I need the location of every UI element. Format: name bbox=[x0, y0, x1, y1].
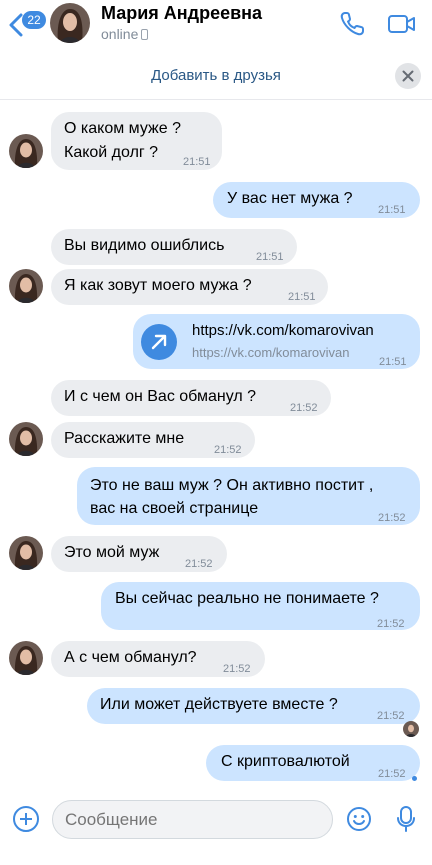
message-text: Это мой муж bbox=[64, 544, 160, 561]
voice-message-button[interactable] bbox=[396, 805, 416, 833]
call-button[interactable] bbox=[338, 10, 366, 38]
add-friend-bar: Добавить в друзья bbox=[0, 52, 432, 100]
phone-icon bbox=[340, 12, 364, 36]
message-bubble-outgoing[interactable]: Или может действуете вместе ? 21:52 bbox=[87, 688, 420, 724]
message-bubble-incoming[interactable]: Это мой муж 21:52 bbox=[51, 536, 227, 572]
contact-avatar[interactable] bbox=[50, 3, 90, 43]
message-time: 21:52 bbox=[223, 663, 251, 675]
video-call-button[interactable] bbox=[387, 12, 417, 36]
message-text: Или может действуете вместе ? bbox=[100, 696, 338, 713]
message-time: 21:52 bbox=[377, 618, 405, 630]
smile-icon bbox=[347, 807, 371, 831]
message-bubble-incoming[interactable]: Вы видимо ошиблись 21:51 bbox=[51, 229, 297, 265]
message-time: 21:52 bbox=[290, 402, 318, 414]
message-text: И с чем он Вас обманул ? bbox=[64, 388, 257, 405]
unread-count-badge: 22 bbox=[22, 11, 46, 29]
message-text: Вы видимо ошиблись bbox=[64, 237, 225, 254]
attach-button[interactable] bbox=[13, 806, 39, 832]
message-bubble-incoming[interactable]: Расскажите мне 21:52 bbox=[51, 422, 255, 458]
message-bubble-outgoing[interactable]: С криптовалютой 21:52 bbox=[206, 745, 420, 781]
message-bubble-incoming[interactable]: И с чем он Вас обманул ? 21:52 bbox=[51, 380, 331, 416]
contact-name[interactable]: Мария Андреевна bbox=[101, 3, 262, 24]
emoji-button[interactable] bbox=[346, 806, 372, 832]
message-text: Я как зовут моего мужа ? bbox=[64, 277, 252, 294]
message-time: 21:51 bbox=[288, 291, 316, 303]
message-text: Вы сейчас реально не понимаете ? bbox=[115, 590, 379, 607]
sender-avatar[interactable] bbox=[9, 422, 43, 456]
add-friend-button[interactable]: Добавить в друзья bbox=[0, 67, 432, 84]
sender-avatar[interactable] bbox=[9, 641, 43, 675]
unread-indicator-dot bbox=[412, 776, 417, 781]
sender-avatar[interactable] bbox=[9, 269, 43, 303]
message-bubble-outgoing[interactable]: У вас нет мужа ? 21:51 bbox=[213, 182, 420, 218]
message-text: Это не ваш муж ? Он активно постит , bbox=[90, 477, 374, 494]
message-bubble-incoming[interactable]: Я как зовут моего мужа ? 21:51 bbox=[51, 269, 328, 305]
composer-bar bbox=[0, 795, 432, 865]
message-time: 21:51 bbox=[183, 156, 211, 168]
read-receipt-avatar bbox=[403, 721, 419, 737]
link-preview-icon[interactable] bbox=[141, 324, 177, 360]
sender-avatar[interactable] bbox=[9, 134, 43, 168]
message-bubble-incoming[interactable]: А с чем обманул? 21:52 bbox=[51, 641, 265, 677]
message-time: 21:51 bbox=[378, 204, 406, 216]
message-text: А с чем обманул? bbox=[64, 649, 197, 666]
link-title[interactable]: https://vk.com/komarovivan bbox=[192, 322, 374, 339]
microphone-icon bbox=[397, 806, 415, 832]
dismiss-friend-bar-button[interactable] bbox=[395, 63, 421, 89]
back-button[interactable]: 22 bbox=[8, 7, 48, 43]
message-text: С криптовалютой bbox=[221, 753, 350, 770]
sender-avatar[interactable] bbox=[9, 536, 43, 570]
message-time: 21:52 bbox=[214, 444, 242, 456]
message-text: Какой долг ? bbox=[64, 144, 159, 161]
close-icon bbox=[402, 70, 414, 82]
message-bubble-incoming[interactable]: О каком муже ? Какой долг ? 21:51 bbox=[51, 112, 222, 170]
message-time: 21:52 bbox=[185, 558, 213, 570]
message-time: 21:51 bbox=[256, 251, 284, 263]
message-bubble-outgoing[interactable]: Это не ваш муж ? Он активно постит , вас… bbox=[77, 467, 420, 525]
video-camera-icon bbox=[388, 15, 415, 33]
message-time: 21:52 bbox=[378, 512, 406, 524]
contact-status: online bbox=[101, 26, 149, 42]
message-bubble-outgoing[interactable]: Вы сейчас реально не понимаете ? 21:52 bbox=[101, 582, 420, 630]
mobile-icon bbox=[141, 29, 149, 40]
message-text: У вас нет мужа ? bbox=[227, 190, 353, 207]
message-time: 21:52 bbox=[377, 710, 405, 722]
status-text: online bbox=[101, 26, 139, 42]
message-time: 21:52 bbox=[378, 768, 406, 780]
arrow-up-right-icon bbox=[151, 334, 167, 350]
message-text: О каком муже ? bbox=[64, 120, 181, 137]
message-time: 21:51 bbox=[379, 356, 407, 368]
chat-header: 22 Мария Андреевна online bbox=[0, 0, 432, 50]
message-input[interactable] bbox=[52, 800, 333, 839]
message-text: Расскажите мне bbox=[64, 430, 185, 447]
link-url: https://vk.com/komarovivan bbox=[192, 345, 350, 360]
message-text: вас на своей странице bbox=[90, 500, 259, 517]
